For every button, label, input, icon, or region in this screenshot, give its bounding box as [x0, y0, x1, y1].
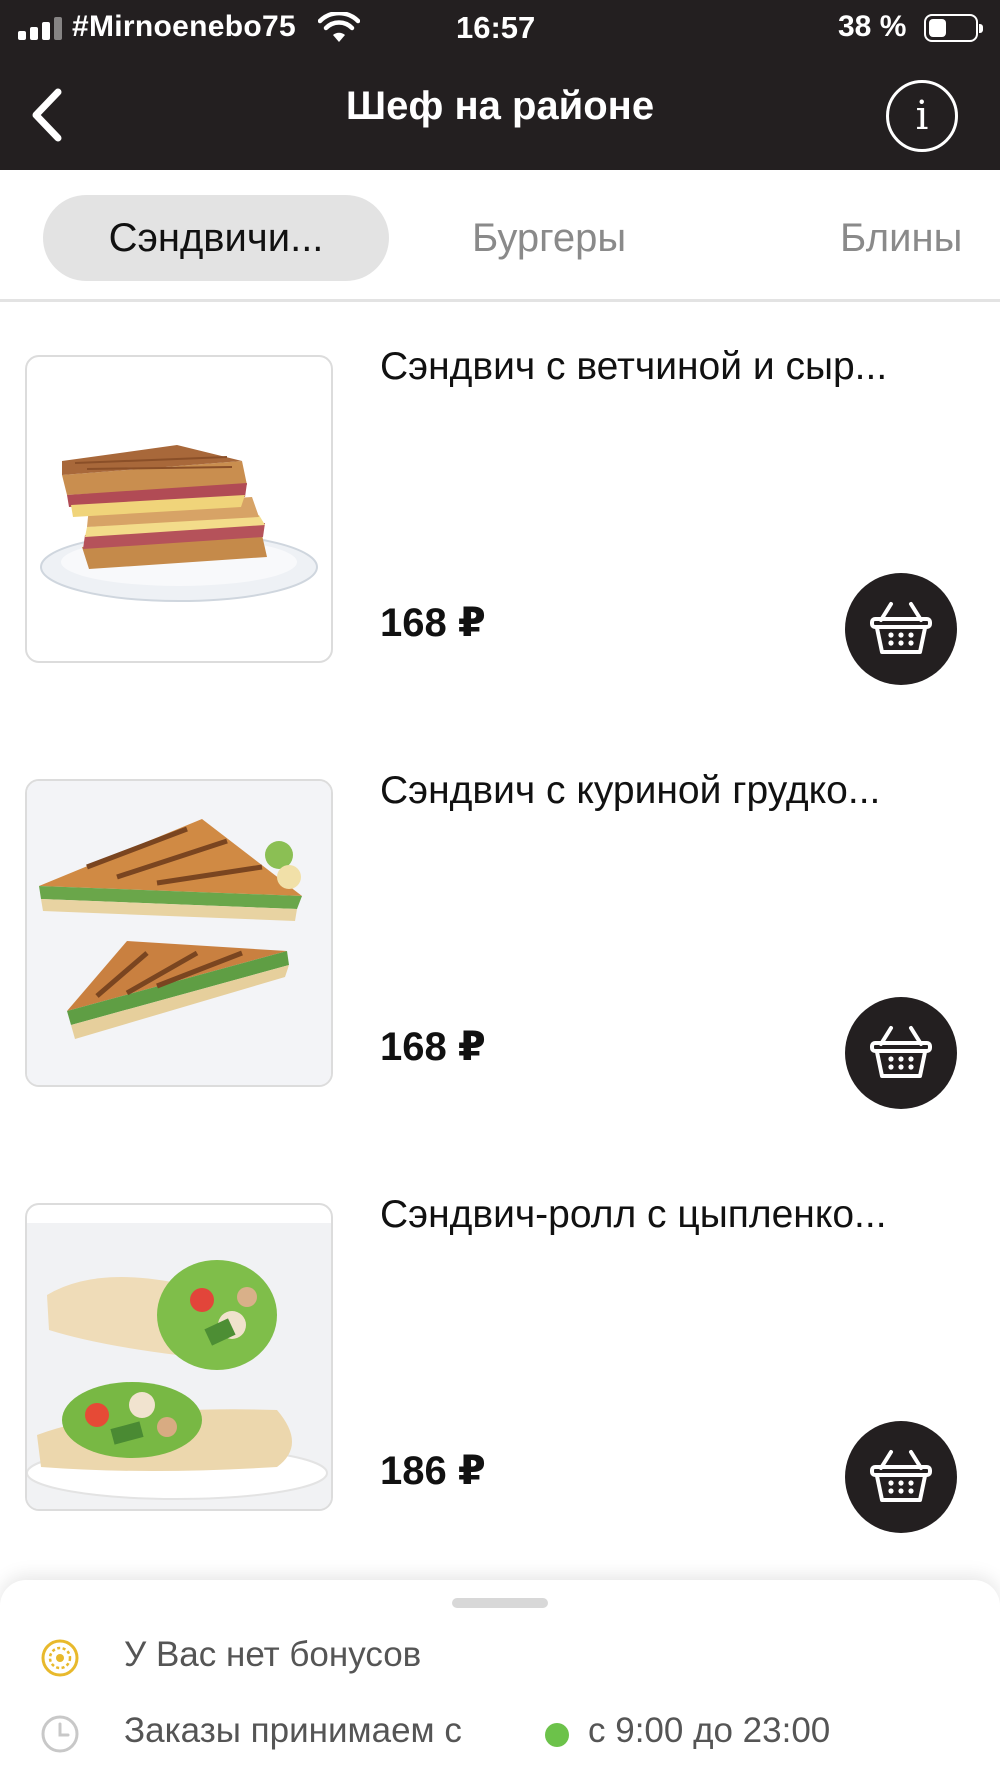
app-header: #Mirnoenebo75 16:57 38 % Шеф на районе i: [0, 0, 1000, 170]
basket-icon: [870, 602, 932, 654]
signal-strength-icon: [18, 16, 66, 40]
add-to-cart-button[interactable]: [845, 573, 957, 685]
info-button[interactable]: i: [886, 80, 958, 152]
add-to-cart-button[interactable]: [845, 997, 957, 1109]
basket-icon: [870, 1450, 932, 1502]
product-image[interactable]: [25, 779, 333, 1087]
add-to-cart-button[interactable]: [845, 1421, 957, 1533]
order-hours-row: Заказы принимаем с с 9:00 до 23:00: [0, 1703, 1000, 1763]
bonus-row: У Вас нет бонусов: [0, 1627, 1000, 1687]
tab-pancakes[interactable]: Блины: [840, 195, 962, 281]
product-title[interactable]: Сэндвич с ветчиной и сыр...: [380, 345, 970, 389]
bonus-text: У Вас нет бонусов: [124, 1635, 422, 1674]
product-price: 186 ₽: [380, 1449, 486, 1493]
wifi-icon: [318, 12, 360, 42]
page-title: Шеф на районе: [345, 84, 655, 128]
info-icon: i: [915, 93, 929, 139]
product-card[interactable]: Сэндвич с ветчиной и сыр... 168 ₽: [0, 345, 1000, 715]
clock-icon: [41, 1715, 79, 1753]
product-image[interactable]: [25, 355, 333, 663]
carrier-name: #Mirnoenebo75: [72, 10, 296, 43]
product-price: 168 ₽: [380, 601, 486, 645]
working-hours: с 9:00 до 23:00: [588, 1711, 831, 1750]
back-button[interactable]: [16, 80, 76, 150]
orders-accepted-label: Заказы принимаем с: [124, 1711, 462, 1750]
battery-icon: [924, 14, 983, 42]
tab-burgers[interactable]: Бургеры: [472, 195, 626, 281]
product-card[interactable]: Сэндвич с куриной грудко... 168 ₽: [0, 769, 1000, 1139]
product-image[interactable]: [25, 1203, 333, 1511]
bonus-coin-icon: [41, 1639, 79, 1677]
battery-percentage: 38 %: [838, 10, 907, 43]
product-title[interactable]: Сэндвич-ролл с цыпленко...: [380, 1193, 970, 1237]
product-price: 168 ₽: [380, 1025, 486, 1069]
sheet-drag-handle[interactable]: [452, 1598, 548, 1608]
status-bar: #Mirnoenebo75 16:57 38 %: [0, 0, 1000, 56]
info-bottom-sheet[interactable]: У Вас нет бонусов Заказы принимаем с с 9…: [0, 1580, 1000, 1778]
product-card[interactable]: Сэндвич-ролл с цыпленко... 186 ₽: [0, 1193, 1000, 1563]
product-title[interactable]: Сэндвич с куриной грудко...: [380, 769, 970, 813]
tab-sandwiches[interactable]: Сэндвичи...: [43, 195, 389, 281]
clock: 16:57: [456, 10, 536, 45]
basket-icon: [870, 1026, 932, 1078]
open-status-indicator: [545, 1723, 569, 1747]
category-tabs: Сэндвичи... Бургеры Блины: [0, 170, 1000, 302]
chevron-left-icon: [32, 88, 62, 142]
